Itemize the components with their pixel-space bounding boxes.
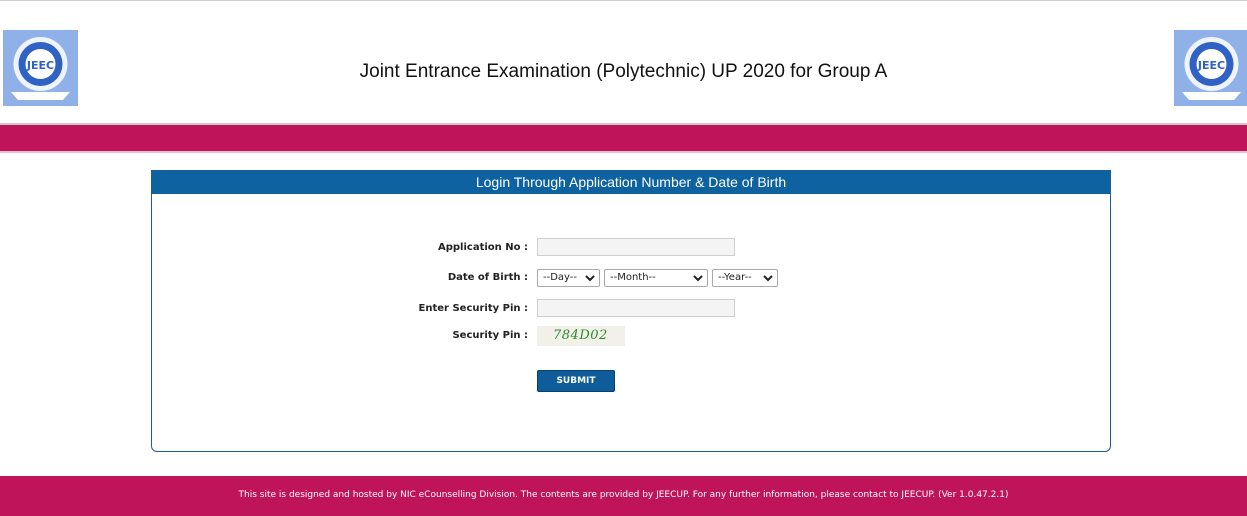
dob-day-select[interactable]: --Day--	[537, 269, 600, 287]
login-panel: Login Through Application Number & Date …	[151, 170, 1111, 452]
security-pin-input[interactable]	[537, 299, 735, 317]
jeec-logo-right: JEEC	[1174, 30, 1247, 106]
site-footer: This site is designed and hosted by NIC …	[0, 476, 1247, 516]
submit-button[interactable]: SUBMIT	[537, 370, 615, 392]
login-panel-title: Login Through Application Number & Date …	[152, 171, 1110, 194]
security-pin-captcha: 784D02	[537, 326, 625, 346]
site-header: JEEC Joint Entrance Examination (Polytec…	[0, 1, 1247, 123]
brand-band	[0, 125, 1247, 151]
footer-text: This site is designed and hosted by NIC …	[238, 490, 1009, 500]
chevron-down-icon	[585, 275, 595, 282]
security-pin-label: Security Pin :	[452, 330, 528, 341]
page-title: Joint Entrance Examination (Polytechnic)…	[359, 61, 888, 82]
application-no-label: Application No :	[438, 242, 528, 253]
dob-year-value: --Year--	[718, 272, 752, 283]
svg-text:JEEC: JEEC	[1197, 59, 1225, 72]
dob-month-value: --Month--	[610, 272, 656, 283]
chevron-down-icon	[693, 275, 703, 282]
dob-label: Date of Birth :	[447, 272, 528, 283]
dob-month-select[interactable]: --Month--	[604, 269, 708, 287]
application-no-input[interactable]	[537, 238, 735, 256]
dob-year-select[interactable]: --Year--	[712, 269, 778, 287]
dob-day-value: --Day--	[543, 272, 578, 283]
security-pin-input-label: Enter Security Pin :	[418, 303, 528, 314]
chevron-down-icon	[763, 275, 773, 282]
brand-band-shadow	[0, 151, 1247, 153]
